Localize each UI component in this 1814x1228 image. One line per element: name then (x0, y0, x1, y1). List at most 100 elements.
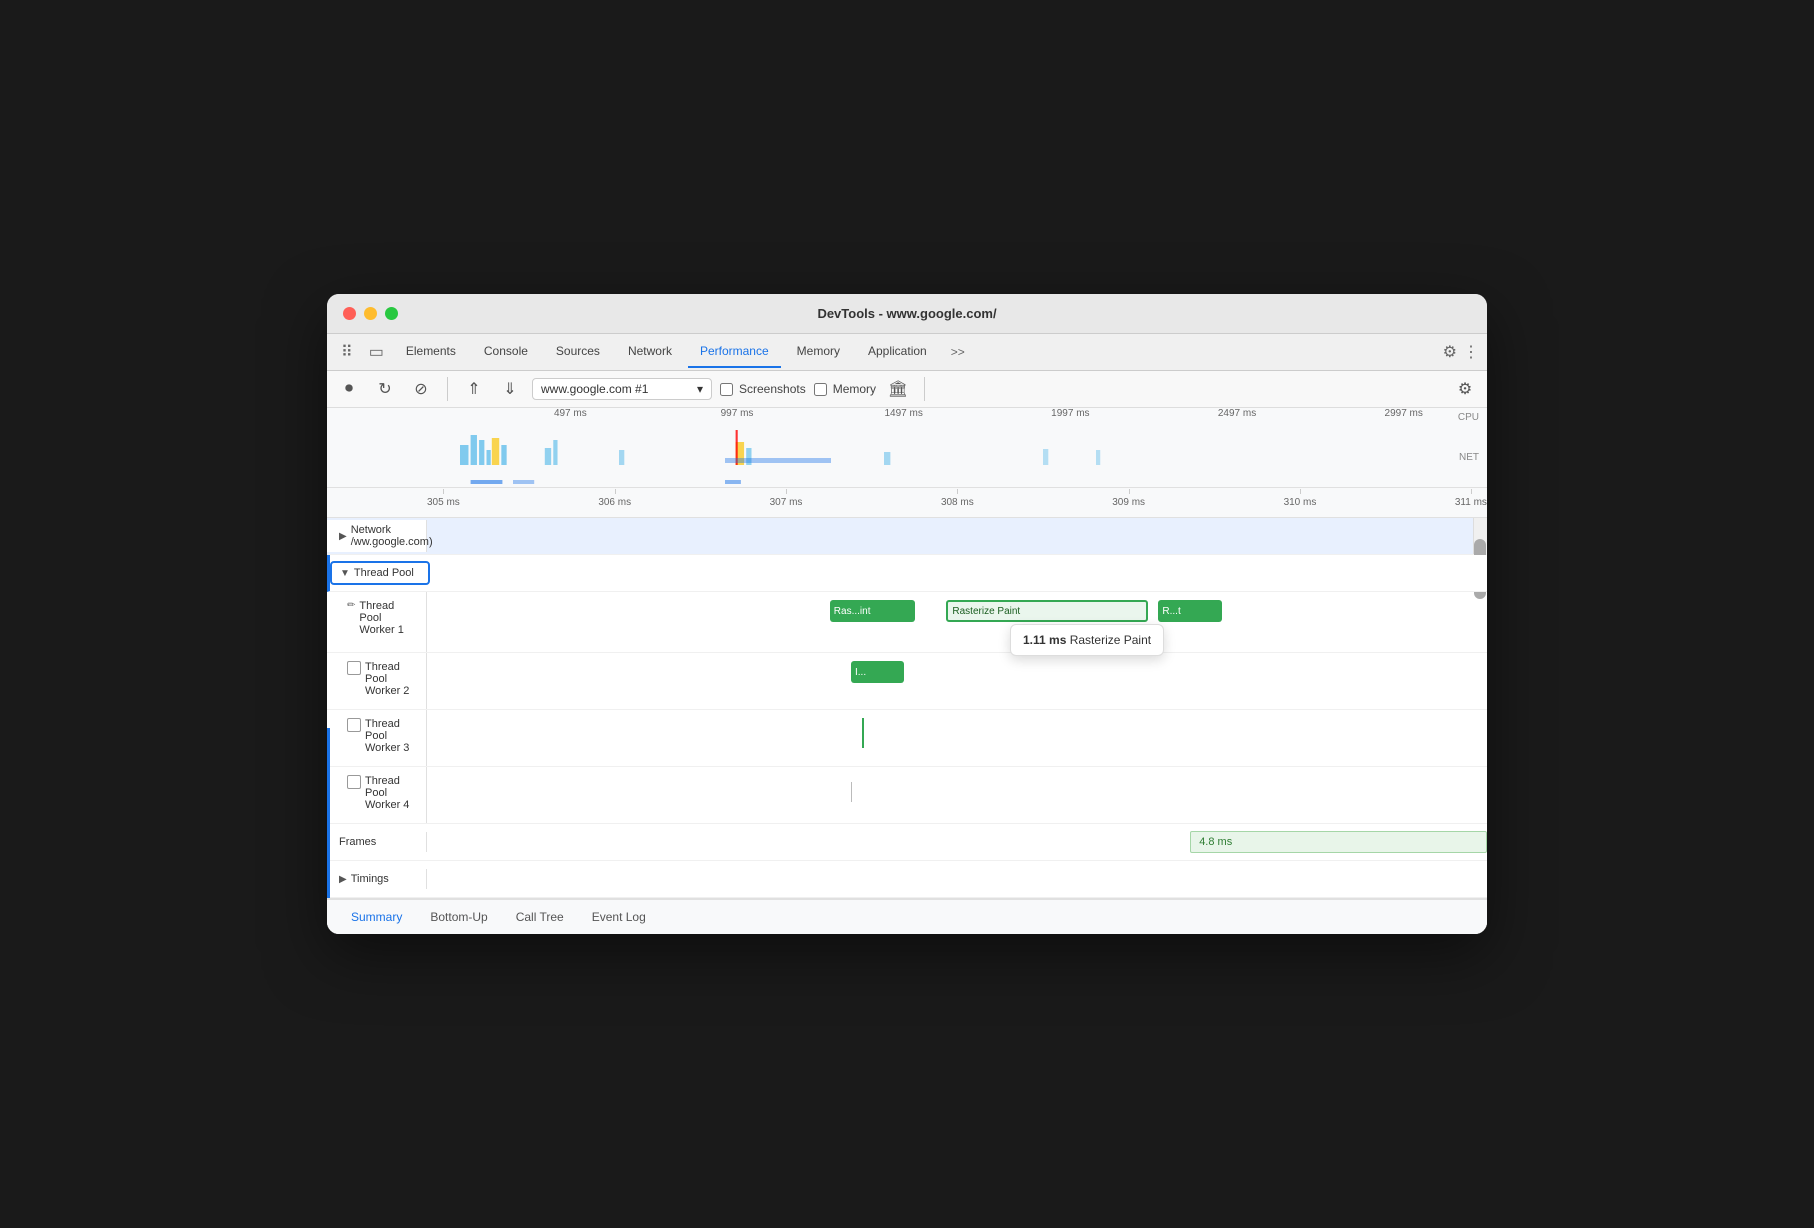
screenshots-checkbox-group: Screenshots (720, 382, 806, 396)
bottom-tab-summary[interactable]: Summary (339, 900, 414, 934)
tab-network[interactable]: Network (616, 336, 684, 368)
perf-settings-icon[interactable]: ⚙ (1451, 375, 1479, 403)
scrollbar[interactable] (1473, 518, 1487, 554)
ruler-mark-5: 310 ms (1284, 497, 1317, 508)
worker1-task-ras[interactable]: Ras...int (830, 600, 915, 622)
cpu-chart (407, 430, 1467, 465)
clear-button[interactable]: ⊘ (407, 375, 435, 403)
worker1-label-text: Thread Pool Worker 1 (359, 600, 418, 636)
worker4-row: Thread Pool Worker 4 (327, 767, 1487, 824)
timeline-overview[interactable]: 497 ms 997 ms 1497 ms 1997 ms 2497 ms 29… (327, 408, 1487, 488)
tab-console[interactable]: Console (472, 336, 540, 368)
bottom-tab-call-tree[interactable]: Call Tree (504, 900, 576, 934)
performance-toolbar: ⏺ ↻ ⊘ ⇑ ⇓ www.google.com #1 ▾ Screenshot… (327, 371, 1487, 408)
more-tabs-button[interactable]: >> (945, 337, 971, 367)
maximize-button[interactable] (385, 307, 398, 320)
download-button[interactable]: ⇓ (496, 375, 524, 403)
url-dropdown-icon: ▾ (697, 382, 703, 396)
worker1-task-rt[interactable]: R...t (1158, 600, 1222, 622)
worker1-track-content[interactable]: Ras...int Rasterize Paint R...t 1.11 ms … (427, 592, 1487, 652)
devtools-settings: ⚙ ⋮ (1443, 342, 1479, 362)
timings-label: ▶ Timings (327, 869, 427, 889)
worker2-label-text: Thread Pool Worker 2 (365, 661, 418, 697)
blue-vertical-line (327, 728, 330, 898)
frames-bar[interactable]: 4.8 ms (1190, 831, 1487, 853)
toolbar-divider-2 (924, 377, 925, 401)
memory-checkbox-group: Memory (814, 382, 876, 396)
tab-application[interactable]: Application (856, 336, 939, 368)
worker4-thin-task (851, 782, 852, 802)
worker2-row: Thread Pool Worker 2 I... (327, 653, 1487, 710)
device-icon[interactable]: ▭ (363, 334, 390, 370)
thread-pool-label: ▼ Thread Pool (330, 561, 430, 585)
bottom-tab-bar: Summary Bottom-Up Call Tree Event Log (327, 898, 1487, 934)
toolbar-divider-1 (447, 377, 448, 401)
memory-label: Memory (833, 382, 876, 396)
net-label: NET (1459, 452, 1479, 463)
timings-label-text: Timings (351, 873, 389, 885)
frames-track-content[interactable]: 4.8 ms (427, 824, 1487, 860)
tracks-area: ▶ Network /ww.google.com) ▼ Thread Pool (327, 518, 1487, 898)
frames-label-text: Frames (339, 836, 376, 848)
network-expand-icon[interactable]: ▶ (339, 531, 347, 542)
worker4-label: Thread Pool Worker 4 (327, 767, 427, 823)
worker4-track-content[interactable] (427, 767, 1487, 823)
url-selector[interactable]: www.google.com #1 ▾ (532, 378, 712, 400)
worker4-label-text: Thread Pool Worker 4 (365, 775, 418, 811)
close-button[interactable] (343, 307, 356, 320)
worker2-icon (347, 661, 361, 675)
screenshots-label: Screenshots (739, 382, 806, 396)
minimize-button[interactable] (364, 307, 377, 320)
timings-expand-icon[interactable]: ▶ (339, 874, 347, 885)
memory-checkbox[interactable] (814, 383, 827, 396)
ruler-mark-3: 308 ms (941, 497, 974, 508)
screenshots-checkbox[interactable] (720, 383, 733, 396)
timeline-top-labels: 497 ms 997 ms 1497 ms 1997 ms 2497 ms 29… (327, 408, 1487, 428)
worker1-task-rasterize[interactable]: Rasterize Paint (946, 600, 1147, 622)
worker2-task-i[interactable]: I... (851, 661, 904, 683)
network-track-content (427, 518, 1487, 554)
network-track-label: ▶ Network /ww.google.com) (327, 520, 427, 552)
title-bar: DevTools - www.google.com/ (327, 294, 1487, 334)
worker2-label: Thread Pool Worker 2 (327, 653, 427, 709)
timings-track-content[interactable] (427, 861, 1487, 897)
pointer-icon[interactable]: ⠿ (335, 334, 359, 370)
reload-button[interactable]: ↻ (371, 375, 399, 403)
tl-label-2: 1497 ms (820, 408, 987, 428)
thread-pool-expand-icon[interactable]: ▼ (340, 568, 350, 579)
settings-icon[interactable]: ⚙ (1443, 342, 1457, 362)
ruler-mark-0: 305 ms (427, 497, 460, 508)
flame-icon[interactable]: 🏛 (884, 375, 912, 403)
thread-pool-row: ▼ Thread Pool (327, 555, 1487, 592)
thread-pool-label-text: Thread Pool (354, 567, 414, 579)
record-button[interactable]: ⏺ (335, 375, 363, 403)
tab-sources[interactable]: Sources (544, 336, 612, 368)
worker3-track-content[interactable] (427, 710, 1487, 766)
tl-label-1: 997 ms (654, 408, 821, 428)
tl-label-4: 2497 ms (1154, 408, 1321, 428)
bottom-tab-event-log[interactable]: Event Log (580, 900, 658, 934)
tab-memory[interactable]: Memory (785, 336, 852, 368)
url-value: www.google.com #1 (541, 382, 648, 396)
upload-button[interactable]: ⇑ (460, 375, 488, 403)
ruler-mark-4: 309 ms (1112, 497, 1145, 508)
worker3-label: Thread Pool Worker 3 (327, 710, 427, 766)
worker2-track-content[interactable]: I... (427, 653, 1487, 709)
worker4-icon (347, 775, 361, 789)
bottom-tab-bottom-up[interactable]: Bottom-Up (418, 900, 499, 934)
timings-row: ▶ Timings (327, 861, 1487, 898)
worker1-label: ✏ Thread Pool Worker 1 (327, 592, 427, 652)
window-title: DevTools - www.google.com/ (817, 306, 996, 321)
more-options-icon[interactable]: ⋮ (1463, 342, 1479, 362)
frames-row: Frames 4.8 ms (327, 824, 1487, 861)
ruler-marks: 305 ms 306 ms 307 ms 308 ms 309 ms 310 m… (427, 497, 1487, 508)
worker1-row: ✏ Thread Pool Worker 1 Ras...int Rasteri… (327, 592, 1487, 653)
tab-performance[interactable]: Performance (688, 336, 781, 368)
pencil-icon: ✏ (347, 600, 355, 611)
timeline-ruler: 305 ms 306 ms 307 ms 308 ms 309 ms 310 m… (327, 488, 1487, 518)
ruler-mark-6: 311 ms (1455, 497, 1487, 508)
ruler-mark-1: 306 ms (598, 497, 631, 508)
worker3-label-text: Thread Pool Worker 3 (365, 718, 418, 754)
tab-elements[interactable]: Elements (394, 336, 468, 368)
network-label-text: Network /ww.google.com) (351, 524, 433, 548)
